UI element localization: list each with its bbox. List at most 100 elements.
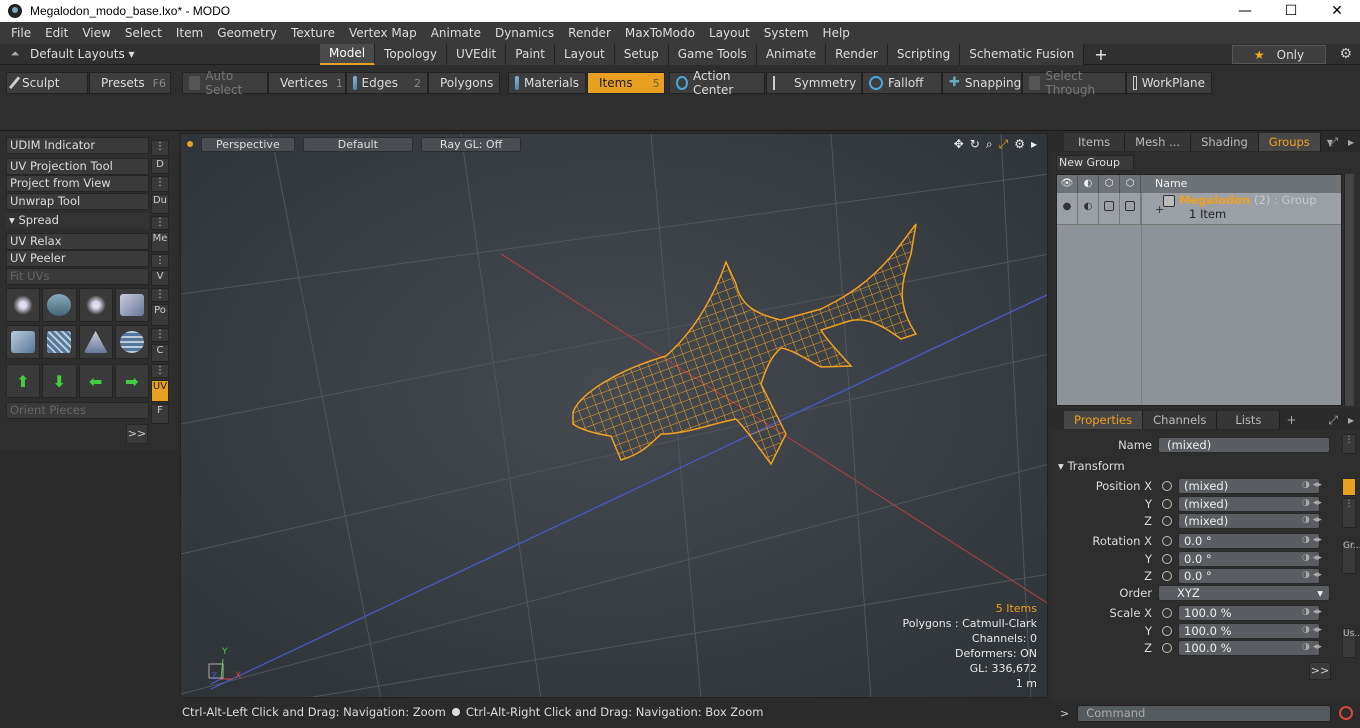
position-z-field[interactable]: (mixed) xyxy=(1178,513,1320,529)
rotation-x-field[interactable]: 0.0 ° xyxy=(1178,533,1320,549)
falloff-button[interactable]: Falloff xyxy=(862,72,942,94)
row-render-icon[interactable]: ◐ xyxy=(1078,193,1099,224)
menu-geometry[interactable]: Geometry xyxy=(210,26,284,40)
scale-y-arrows-icon[interactable]: ◑ ◂▸ xyxy=(1302,625,1322,635)
uv-scale-button[interactable] xyxy=(78,288,113,322)
transform-section[interactable]: ▾ Transform xyxy=(1058,459,1125,473)
pan-icon[interactable]: ✥ xyxy=(954,137,964,152)
lock-icon[interactable]: ⬡ xyxy=(1099,175,1120,193)
symmetry-button[interactable]: Symmetry xyxy=(766,72,862,94)
props-side-active-tab[interactable] xyxy=(1342,478,1356,496)
action-center-button[interactable]: Action Center xyxy=(669,69,765,97)
row-lock-checkbox[interactable] xyxy=(1099,193,1120,224)
vtab-grip-4[interactable]: ⋮ xyxy=(151,254,169,268)
props-more-button[interactable]: >> xyxy=(1309,662,1331,680)
rotation-y-field[interactable]: 0.0 ° xyxy=(1178,551,1320,567)
tab-channels[interactable]: Channels xyxy=(1143,411,1218,429)
tab-layout[interactable]: Layout xyxy=(554,43,615,65)
vtab-d[interactable]: D xyxy=(151,158,169,174)
uv-sphere-button[interactable] xyxy=(114,325,149,359)
snapping-button[interactable]: ✚ Snapping xyxy=(942,72,1022,94)
new-group-button[interactable]: New Group xyxy=(1056,155,1134,171)
column-name[interactable]: Name xyxy=(1141,175,1187,193)
menu-render[interactable]: Render xyxy=(561,26,618,40)
rotation-y-anim-icon[interactable] xyxy=(1162,554,1172,564)
auto-select-button[interactable]: Auto Select xyxy=(182,69,268,97)
menu-animate[interactable]: Animate xyxy=(424,26,488,40)
left-more-button[interactable]: >> xyxy=(126,424,148,444)
tab-animate[interactable]: Animate xyxy=(756,43,827,65)
menu-texture[interactable]: Texture xyxy=(284,26,342,40)
menu-view[interactable]: View xyxy=(75,26,117,40)
scale-z-field[interactable]: 100.0 % xyxy=(1178,640,1320,656)
orient-pieces-button[interactable]: Orient Pieces xyxy=(6,402,149,419)
viewport-status-dot[interactable] xyxy=(187,141,193,147)
vtab-me[interactable]: Me xyxy=(151,232,169,252)
menu-layout[interactable]: Layout xyxy=(702,26,757,40)
shading-default-button[interactable]: Default xyxy=(302,136,413,152)
viewport-menu-arrow-icon[interactable]: ▸ xyxy=(1031,137,1037,152)
props-side-grip-1[interactable]: ⋮ xyxy=(1342,434,1356,454)
view-perspective-button[interactable]: Perspective xyxy=(201,136,295,152)
maximize-viewport-icon[interactable]: ⤢ xyxy=(999,137,1009,152)
menu-file[interactable]: File xyxy=(4,26,38,40)
menu-edit[interactable]: Edit xyxy=(38,26,75,40)
minimize-button[interactable]: — xyxy=(1222,0,1268,22)
scale-x-arrows-icon[interactable]: ◑ ◂▸ xyxy=(1302,607,1322,617)
visibility-eye-icon[interactable]: 👁 xyxy=(1057,175,1078,193)
sculpt-button[interactable]: Sculpt xyxy=(6,72,88,94)
vtab-grip-3[interactable]: ⋮ xyxy=(151,216,169,230)
select-through-button[interactable]: Select Through xyxy=(1022,69,1126,97)
record-macro-icon[interactable] xyxy=(1339,706,1354,720)
tab-model[interactable]: Model xyxy=(320,43,376,65)
vtab-grip-5[interactable]: ⋮ xyxy=(151,288,169,302)
tab-lists[interactable]: Lists xyxy=(1217,411,1281,429)
position-z-anim-icon[interactable] xyxy=(1162,516,1172,526)
rotation-y-arrows-icon[interactable]: ◑ ◂▸ xyxy=(1302,553,1322,563)
layout-pin-icon[interactable]: ⏶ xyxy=(0,47,30,61)
items-button[interactable]: Items 5 xyxy=(587,72,665,94)
presets-button[interactable]: Presets F6 xyxy=(89,72,171,94)
position-x-arrows-icon[interactable]: ◑ ◂▸ xyxy=(1302,480,1322,490)
menu-system[interactable]: System xyxy=(757,26,816,40)
panel-expand-icon[interactable]: ⤢ xyxy=(1328,135,1338,150)
rotation-z-arrows-icon[interactable]: ◑ ◂▸ xyxy=(1302,570,1322,580)
viewport-settings-icon[interactable]: ⚙ xyxy=(1014,137,1025,152)
vtab-grip-1[interactable]: ⋮ xyxy=(151,140,169,156)
tab-uvedit[interactable]: UVEdit xyxy=(447,43,507,65)
project-from-view-button[interactable]: Project from View xyxy=(6,175,149,192)
spread-section[interactable]: ▾ Spread xyxy=(6,213,149,229)
row-select-checkbox[interactable] xyxy=(1120,193,1141,224)
move-up-button[interactable]: ⬆ xyxy=(6,364,41,398)
command-input[interactable]: Command xyxy=(1077,704,1332,722)
vtab-po[interactable]: Po xyxy=(151,304,169,326)
position-x-field[interactable]: (mixed) xyxy=(1178,478,1320,494)
menu-help[interactable]: Help xyxy=(816,26,857,40)
raygl-button[interactable]: Ray GL: Off xyxy=(420,136,522,152)
uv-planar-button[interactable] xyxy=(42,325,77,359)
groups-scrollbar[interactable] xyxy=(1344,174,1354,406)
unwrap-tool-button[interactable]: Unwrap Tool xyxy=(6,193,149,210)
move-down-button[interactable]: ⬇ xyxy=(42,364,77,398)
prop-name-field[interactable]: (mixed) xyxy=(1158,437,1330,453)
position-z-arrows-icon[interactable]: ◑ ◂▸ xyxy=(1302,515,1322,525)
close-button[interactable]: ✕ xyxy=(1314,0,1360,22)
scale-x-field[interactable]: 100.0 % xyxy=(1178,605,1320,621)
zoom-icon[interactable]: ⌕ xyxy=(986,137,993,152)
menu-dynamics[interactable]: Dynamics xyxy=(488,26,561,40)
orbit-icon[interactable]: ↻ xyxy=(970,137,980,152)
vtab-v[interactable]: V xyxy=(151,270,169,286)
add-tab-button[interactable]: + xyxy=(1084,45,1117,64)
render-icon[interactable]: ◐ xyxy=(1078,175,1099,193)
vtab-c[interactable]: C xyxy=(151,344,169,362)
uv-relax-button[interactable]: UV Relax xyxy=(6,233,149,250)
scale-z-arrows-icon[interactable]: ◑ ◂▸ xyxy=(1302,642,1322,652)
position-x-anim-icon[interactable] xyxy=(1162,481,1172,491)
vtab-du[interactable]: Du xyxy=(151,194,169,214)
polygons-button[interactable]: Polygons xyxy=(428,72,500,94)
scale-y-field[interactable]: 100.0 % xyxy=(1178,623,1320,639)
vtab-uv[interactable]: UV xyxy=(151,380,169,402)
edges-button[interactable]: Edges 2 xyxy=(346,72,428,94)
props-side-tab-us[interactable]: Us... xyxy=(1342,628,1360,658)
maximize-button[interactable]: ☐ xyxy=(1268,0,1314,22)
